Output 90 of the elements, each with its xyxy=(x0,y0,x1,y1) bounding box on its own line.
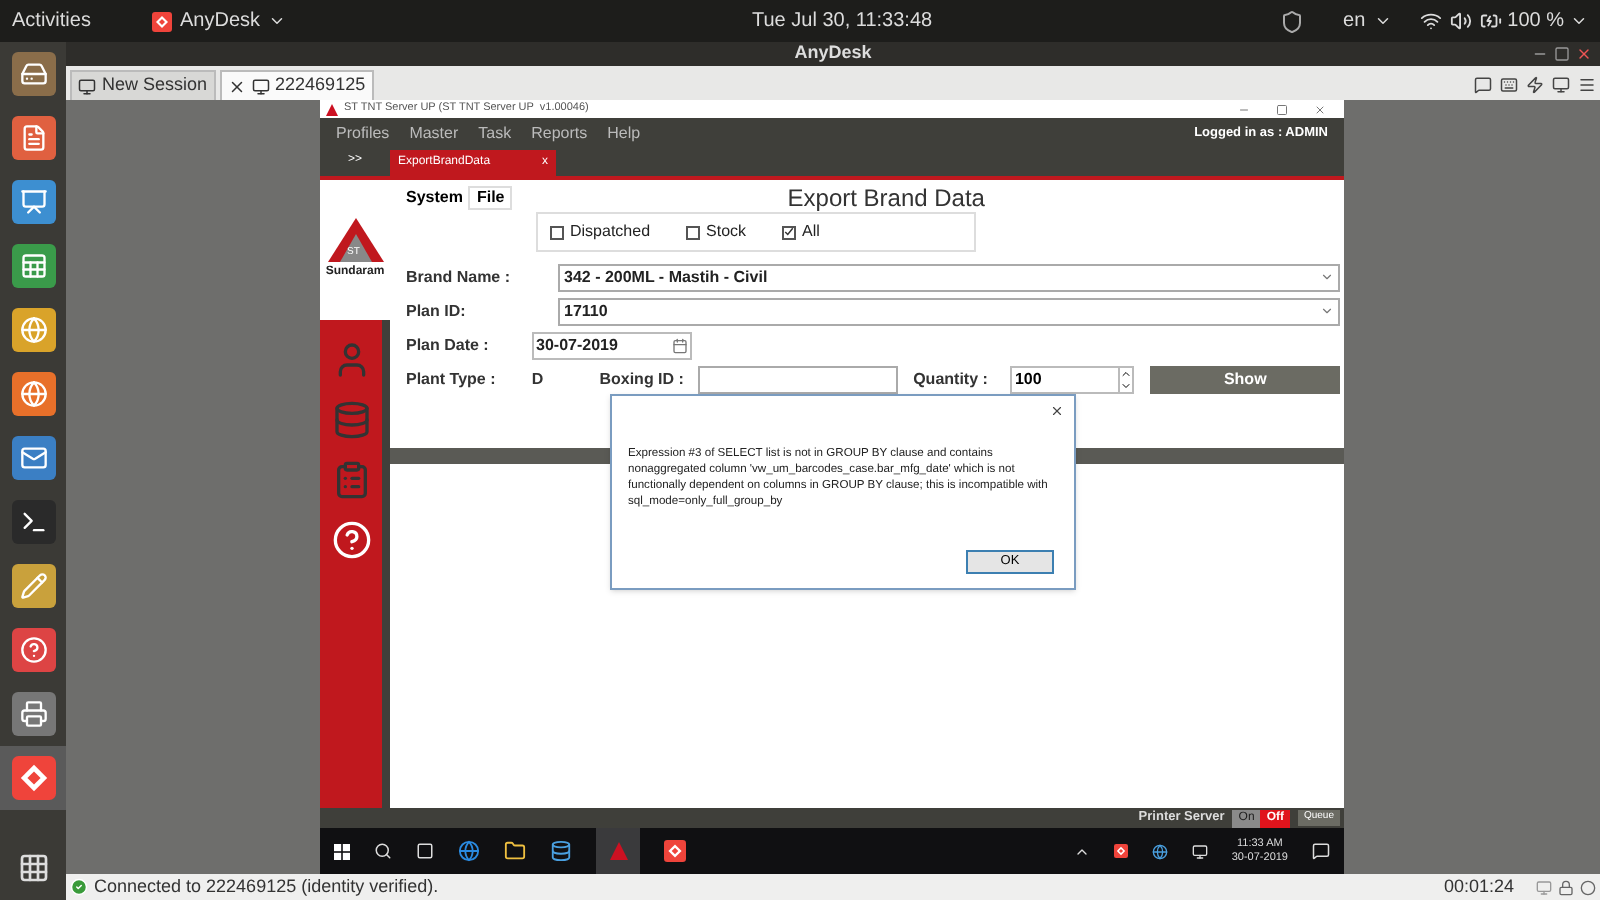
lock-icon[interactable] xyxy=(1558,879,1574,895)
field-label: Quantity : xyxy=(913,367,990,391)
browser-icon[interactable] xyxy=(11,372,55,416)
mail-icon[interactable] xyxy=(11,436,55,480)
menu-item[interactable]: Task xyxy=(478,122,512,146)
field-label: Plan ID: xyxy=(404,299,468,323)
filter-checkbox[interactable]: All xyxy=(782,220,820,244)
anydesk-icon xyxy=(664,840,686,862)
app-grid-icon[interactable] xyxy=(17,852,49,884)
caret-icon xyxy=(268,12,287,30)
show-button[interactable]: Show xyxy=(1150,365,1340,393)
shield-icon[interactable] xyxy=(1279,9,1304,33)
help-icon[interactable] xyxy=(331,520,371,560)
filter-checkbox[interactable]: Stock xyxy=(686,220,747,244)
filter-checkbox[interactable]: Dispatched xyxy=(550,220,651,244)
anydesk-icon xyxy=(1113,844,1128,858)
quantity-spinner[interactable]: 100 xyxy=(1010,365,1135,393)
document-icon[interactable] xyxy=(11,116,55,160)
spreadsheet-icon[interactable] xyxy=(11,244,55,288)
checkbox[interactable] xyxy=(550,225,564,239)
notification-icon[interactable] xyxy=(1312,842,1330,860)
page-heading: Export Brand Data xyxy=(785,182,987,216)
chat-icon[interactable] xyxy=(1474,76,1492,94)
field-label: Plant Type : xyxy=(404,367,498,391)
monitor-icon xyxy=(78,77,96,95)
clock[interactable]: Tue Jul 30, 11:33:48 xyxy=(752,6,1280,36)
presentation-icon[interactable] xyxy=(11,180,55,224)
close-icon[interactable] xyxy=(227,77,246,95)
increment-icon[interactable] xyxy=(1120,367,1133,379)
files-icon[interactable] xyxy=(11,52,55,96)
menu-item[interactable]: Reports xyxy=(531,122,588,146)
windows-start-icon[interactable] xyxy=(334,843,350,859)
database-icon[interactable] xyxy=(550,840,572,862)
connection-status: Connected to 222469125 (identity verified). xyxy=(94,873,441,900)
help-icon[interactable] xyxy=(11,628,55,672)
field-label: Boxing ID : xyxy=(599,367,686,391)
checkbox[interactable] xyxy=(686,225,701,239)
plan-date-picker[interactable]: 30-07-2019 xyxy=(532,331,692,359)
battery-level: 100 % xyxy=(1507,8,1564,36)
browser-icon[interactable] xyxy=(11,308,55,352)
task-view-icon[interactable] xyxy=(416,842,434,860)
field-label: Plan Date : xyxy=(404,333,491,357)
dropdown-icon xyxy=(1320,304,1334,318)
language-indicator[interactable]: en xyxy=(1343,6,1366,36)
activities-button[interactable]: Activities xyxy=(12,6,152,36)
sub-tab[interactable]: File xyxy=(468,186,513,210)
menu-item[interactable]: Help xyxy=(607,122,641,146)
maximize-icon[interactable] xyxy=(1554,46,1570,62)
close-icon[interactable] xyxy=(1050,404,1064,418)
app-menu[interactable]: AnyDesk xyxy=(180,6,261,36)
boxing-id-field[interactable] xyxy=(697,365,898,393)
caret-icon xyxy=(1373,12,1392,30)
status-icon[interactable] xyxy=(1580,879,1596,895)
plan-id-select[interactable]: 17110 xyxy=(558,297,1340,325)
keyboard-icon[interactable] xyxy=(1500,76,1518,94)
text-editor-icon[interactable] xyxy=(11,564,55,608)
decrement-icon[interactable] xyxy=(1120,379,1133,391)
calendar-icon[interactable] xyxy=(672,337,688,353)
brand-name-select[interactable]: 342 - 200ML - Mastih - Civil xyxy=(558,263,1340,291)
caret-icon xyxy=(1570,12,1588,30)
session-timer: 00:01:24 xyxy=(1443,873,1514,900)
session-tab[interactable]: New Session xyxy=(70,70,216,100)
sub-tab[interactable]: System xyxy=(400,186,469,210)
verified-icon xyxy=(70,878,88,896)
monitor-icon[interactable] xyxy=(1552,76,1570,94)
battery-icon[interactable] xyxy=(1479,10,1502,32)
monitor-icon xyxy=(251,77,270,95)
maximize-icon[interactable] xyxy=(1276,103,1288,115)
clipboard-icon[interactable] xyxy=(331,460,371,500)
terminal-icon[interactable] xyxy=(11,500,55,544)
anydesk-icon xyxy=(152,11,172,31)
field-label: Brand Name : xyxy=(404,265,513,289)
checkbox[interactable] xyxy=(782,225,797,239)
menu-item[interactable]: Master xyxy=(409,122,459,146)
lightning-icon[interactable] xyxy=(1526,76,1544,94)
network-icon[interactable] xyxy=(1151,843,1168,859)
folder-icon[interactable] xyxy=(504,840,526,862)
dropdown-icon xyxy=(1320,270,1334,284)
window-title: AnyDesk xyxy=(794,40,872,67)
menu-item[interactable]: Profiles xyxy=(336,122,390,146)
plant-type-value: D xyxy=(531,367,546,391)
monitor-icon[interactable] xyxy=(1191,843,1208,859)
anydesk-icon xyxy=(11,756,55,800)
wifi-icon[interactable] xyxy=(1419,10,1442,32)
browser-icon[interactable] xyxy=(458,840,480,862)
search-icon[interactable] xyxy=(374,842,392,860)
session-tab[interactable]: 222469125 xyxy=(219,70,374,100)
volume-icon[interactable] xyxy=(1449,10,1472,32)
menu-icon[interactable] xyxy=(1578,76,1596,94)
printer-icon[interactable] xyxy=(11,692,55,736)
